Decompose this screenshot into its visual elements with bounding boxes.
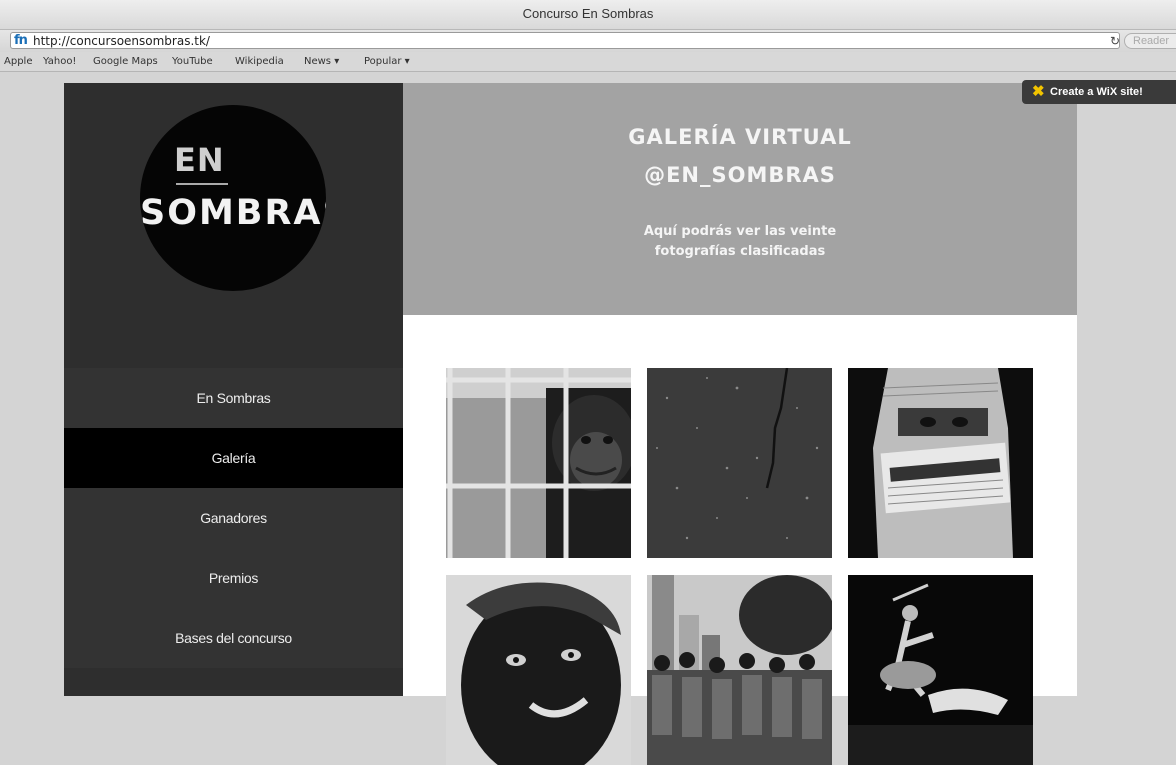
en-sombras-logo[interactable]: EN SOMBRAS	[140, 105, 326, 291]
logo-text-top: EN	[174, 141, 225, 179]
bookmark-youtube[interactable]: YouTube	[172, 56, 213, 67]
photo-gallery	[403, 315, 1077, 765]
site-favicon-icon: fn	[14, 33, 28, 48]
logo-divider	[176, 183, 228, 185]
reader-button[interactable]: Reader	[1124, 33, 1176, 49]
page-title: GALERÍA VIRTUAL	[628, 125, 852, 149]
url-text[interactable]: http://concursoensombras.tk/	[33, 34, 210, 48]
create-wix-site-badge[interactable]: ✖ Create a WiX site!	[1022, 80, 1176, 104]
gallery-photo[interactable]	[446, 368, 631, 558]
window-titlebar: Concurso En Sombras	[0, 0, 1176, 30]
gallery-photo[interactable]	[848, 575, 1033, 765]
page-subtitle-line1: Aquí podrás ver las veinte	[643, 224, 837, 239]
nav-item-premios[interactable]: Premios	[64, 548, 403, 608]
site-sidebar: EN SOMBRAS En Sombras Galería Ganadores …	[64, 83, 403, 696]
address-bar: fn http://concursoensombras.tk/ ↻	[0, 30, 1176, 52]
nav-item-bases[interactable]: Bases del concurso	[64, 608, 403, 668]
reload-icon[interactable]: ↻	[1110, 34, 1120, 48]
window-title: Concurso En Sombras	[522, 6, 654, 21]
page-subtitle-line2: fotografías clasificadas	[654, 244, 826, 259]
bookmarks-bar: Apple Yahoo! Google Maps YouTube Wikiped…	[0, 52, 1176, 72]
gallery-header: GALERÍA VIRTUAL @EN_SOMBRAS Aquí podrás …	[403, 83, 1077, 315]
nav-item-galeria[interactable]: Galería	[64, 428, 403, 488]
gallery-photo[interactable]	[446, 575, 631, 765]
wix-x-icon: ✖	[1032, 83, 1045, 100]
gallery-photo[interactable]	[848, 368, 1033, 558]
url-field[interactable]: fn http://concursoensombras.tk/ ↻	[10, 32, 1120, 49]
bookmark-google-maps[interactable]: Google Maps	[93, 56, 158, 67]
bookmark-wikipedia[interactable]: Wikipedia	[235, 56, 284, 67]
main-nav: En Sombras Galería Ganadores Premios Bas…	[64, 368, 403, 668]
bookmark-yahoo[interactable]: Yahoo!	[43, 56, 76, 67]
wix-badge-label: Create a WiX site!	[1050, 86, 1143, 98]
bookmark-popular-menu[interactable]: Popular ▾	[364, 56, 410, 67]
logo-text-bottom: SOMBRAS	[140, 193, 326, 233]
nav-item-ganadores[interactable]: Ganadores	[64, 488, 403, 548]
gallery-photo[interactable]	[647, 368, 832, 558]
page-handle: @EN_SOMBRAS	[644, 163, 836, 187]
nav-item-en-sombras[interactable]: En Sombras	[64, 368, 403, 428]
gallery-photo[interactable]	[647, 575, 832, 765]
bookmark-news-menu[interactable]: News ▾	[304, 56, 339, 67]
bookmark-apple[interactable]: Apple	[4, 56, 32, 67]
